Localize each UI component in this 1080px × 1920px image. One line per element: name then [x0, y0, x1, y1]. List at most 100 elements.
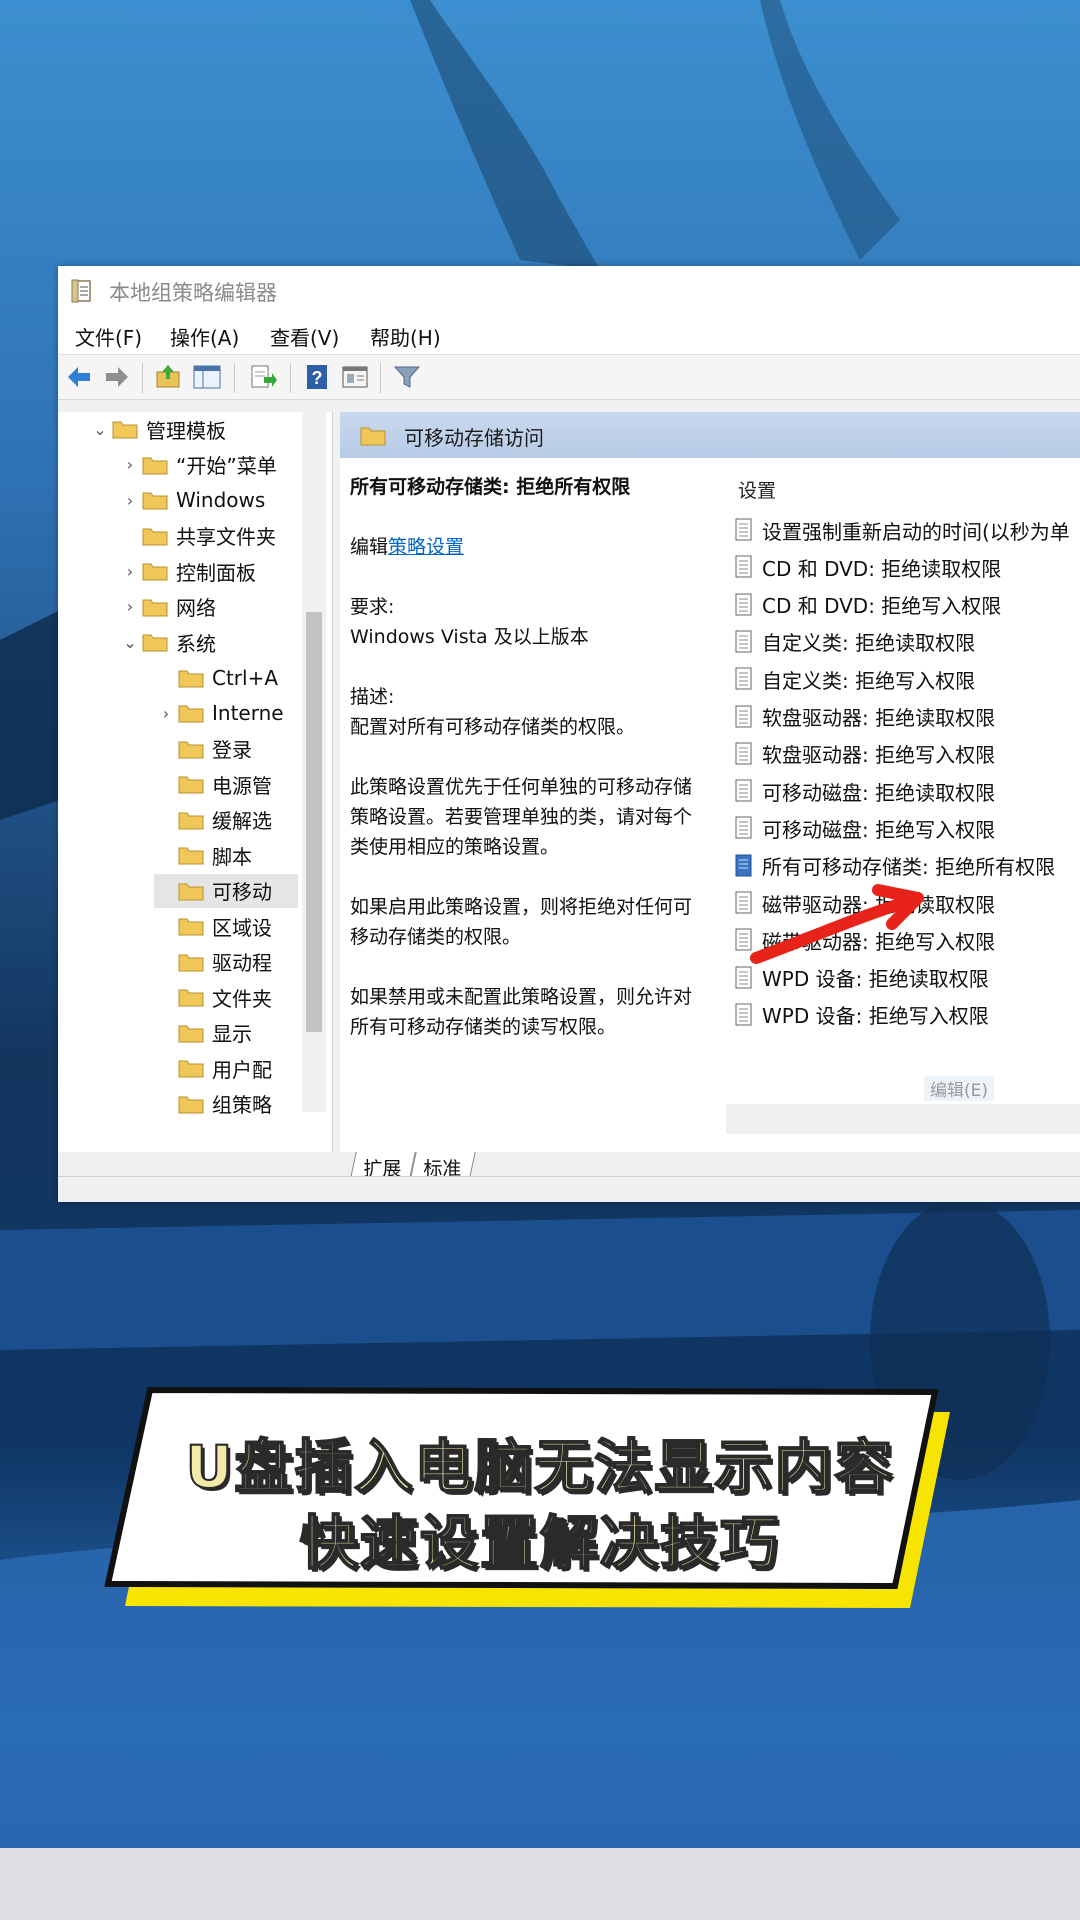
setting-row[interactable]: CD 和 DVD: 拒绝读取权限	[734, 551, 1001, 583]
folder-icon	[178, 668, 204, 688]
tree-item[interactable]: 共享文件夹	[118, 519, 298, 553]
tree-item-label: 区域设	[212, 915, 272, 940]
folder-icon	[178, 1023, 204, 1043]
context-menu-edit[interactable]: 编辑(E)	[924, 1076, 995, 1101]
policy-setting-icon	[734, 593, 754, 617]
title-bar: 本地组策略编辑器	[58, 266, 1080, 316]
tree-item[interactable]: 脚本	[154, 838, 298, 872]
policy-setting-icon	[734, 779, 754, 803]
setting-row[interactable]: 设置强制重新启动的时间(以秒为单	[734, 514, 1070, 546]
tree-item[interactable]: › “开始”菜单	[118, 448, 298, 482]
menu-file[interactable]: 文件(F)	[75, 322, 142, 351]
setting-row[interactable]: 自定义类: 拒绝写入权限	[734, 663, 975, 695]
folder-icon	[178, 881, 204, 901]
svg-text:?: ?	[312, 368, 323, 388]
chevron-down-icon[interactable]: ⌄	[118, 633, 142, 652]
up-folder-icon[interactable]	[154, 363, 184, 391]
chevron-right-icon[interactable]: ›	[118, 597, 142, 616]
tree-item[interactable]: › 网络	[118, 590, 298, 624]
settings-column-header[interactable]: 设置	[738, 476, 776, 503]
navigation-tree: ⌄ 管理模板 › “开始”菜单 › Windows 共享文件夹 › 控制面板 › 网络 ⌄ 系统 Ctrl…	[58, 412, 333, 1152]
folder-icon	[178, 916, 204, 936]
tree-item-label: 缓解选	[212, 809, 272, 833]
setting-row[interactable]: 软盘驱动器: 拒绝读取权限	[734, 701, 995, 733]
chevron-right-icon[interactable]: ›	[118, 491, 142, 510]
setting-label: 可移动磁盘: 拒绝读取权限	[762, 780, 996, 805]
tree-item-label: 系统	[176, 631, 216, 656]
setting-row[interactable]: 所有可移动存储类: 拒绝所有权限	[734, 850, 1055, 882]
description-para-1: 此策略设置优先于任何单独的可移动存储策略设置。若要管理单独的类，请对每个类使用相…	[350, 776, 693, 858]
filter-icon[interactable]	[392, 363, 422, 391]
chevron-right-icon[interactable]: ›	[118, 455, 142, 474]
tree-item[interactable]: 组策略	[154, 1087, 298, 1121]
tree-item[interactable]: 缓解选	[154, 803, 298, 837]
back-icon[interactable]	[64, 363, 94, 391]
setting-row[interactable]: WPD 设备: 拒绝写入权限	[734, 999, 989, 1031]
setting-row[interactable]: 软盘驱动器: 拒绝写入权限	[734, 738, 995, 770]
help-icon[interactable]: ?	[302, 363, 332, 391]
scrollbar-thumb[interactable]	[306, 612, 322, 1032]
tree-item-label: 显示	[212, 1022, 252, 1046]
chevron-right-icon[interactable]: ›	[154, 704, 178, 723]
tree-item[interactable]: Ctrl+A	[154, 661, 298, 695]
folder-icon	[178, 810, 204, 830]
description-para-3: 如果禁用或未配置此策略设置，则允许对所有可移动存储类的读写权限。	[350, 986, 693, 1038]
tree-item[interactable]: 驱动程	[154, 945, 298, 979]
settings-list: 设置 编辑(E) 设置强制重新启动的时间(以秒为单 CD 和 DVD: 拒绝读取权…	[724, 470, 1080, 1150]
policy-setting-icon	[734, 667, 754, 691]
chevron-right-icon[interactable]: ›	[118, 562, 142, 581]
show-hide-tree-icon[interactable]	[192, 363, 222, 391]
tree-item[interactable]: 可移动	[154, 873, 298, 908]
setting-label: 所有可移动存储类: 拒绝所有权限	[762, 855, 1056, 880]
settings-horizontal-scrollbar[interactable]	[726, 1104, 1080, 1134]
menu-action[interactable]: 操作(A)	[170, 322, 239, 351]
menu-view[interactable]: 查看(V)	[270, 322, 339, 351]
setting-row[interactable]: 自定义类: 拒绝读取权限	[734, 626, 975, 658]
folder-icon	[178, 774, 204, 794]
folder-icon	[178, 1058, 204, 1078]
policy-setting-icon	[734, 630, 754, 654]
tree-item[interactable]: ⌄ 系统	[118, 625, 298, 659]
tree-item[interactable]: 登录	[154, 732, 298, 766]
tree-item[interactable]: 文件夹	[154, 980, 298, 1014]
setting-row[interactable]: 可移动磁盘: 拒绝读取权限	[734, 775, 995, 807]
menu-help[interactable]: 帮助(H)	[370, 322, 441, 351]
tree-item[interactable]: › Windows	[118, 483, 298, 517]
details-pane: 可移动存储访问 所有可移动存储类: 拒绝所有权限 编辑策略设置 要求: Wind…	[340, 412, 1080, 1152]
edit-policy-link[interactable]: 策略设置	[388, 536, 464, 558]
policy-setting-icon	[734, 1003, 754, 1027]
tree-item[interactable]: › 控制面板	[118, 554, 298, 588]
app-icon	[71, 279, 91, 303]
tree-item[interactable]: 电源管	[154, 767, 298, 801]
tree-vertical-scrollbar[interactable]	[302, 412, 326, 1112]
tree-item-label: 可移动	[212, 880, 272, 904]
tree-item[interactable]: 显示	[154, 1016, 298, 1050]
folder-icon	[178, 739, 204, 759]
description-text: 配置对所有可移动存储类的权限。	[350, 716, 636, 738]
forward-icon[interactable]	[102, 363, 132, 391]
tree-item-label: 组策略	[212, 1093, 272, 1117]
setting-label: 自定义类: 拒绝读取权限	[762, 631, 976, 656]
menu-bar: 文件(F) 操作(A) 查看(V) 帮助(H)	[58, 316, 1080, 355]
setting-row[interactable]: CD 和 DVD: 拒绝写入权限	[734, 589, 1001, 621]
setting-label: WPD 设备: 拒绝写入权限	[762, 1004, 989, 1029]
red-arrow-annotation	[750, 884, 924, 964]
export-list-icon[interactable]	[248, 363, 278, 391]
tree-item[interactable]: › Interne	[154, 696, 298, 730]
chevron-down-icon[interactable]: ⌄	[88, 420, 112, 439]
tree-item[interactable]: 用户配	[154, 1051, 298, 1085]
setting-label: CD 和 DVD: 拒绝读取权限	[762, 556, 1002, 581]
banner-line-2: 快速设置解决技巧	[299, 1508, 780, 1578]
setting-label: 自定义类: 拒绝写入权限	[762, 668, 976, 693]
status-bar	[58, 1176, 1080, 1202]
tree-item-label: 登录	[212, 738, 252, 762]
setting-row[interactable]: 可移动磁盘: 拒绝写入权限	[734, 812, 995, 844]
tree-item[interactable]: ⌄ 管理模板	[88, 412, 298, 446]
tree-item[interactable]: 区域设	[154, 909, 298, 943]
policy-setting-icon	[734, 854, 754, 878]
properties-icon[interactable]	[340, 363, 370, 391]
tree-item-label: Interne	[212, 701, 284, 725]
bottom-bar	[0, 1848, 1080, 1920]
folder-icon	[142, 526, 168, 546]
setting-label: 软盘驱动器: 拒绝写入权限	[762, 743, 996, 768]
